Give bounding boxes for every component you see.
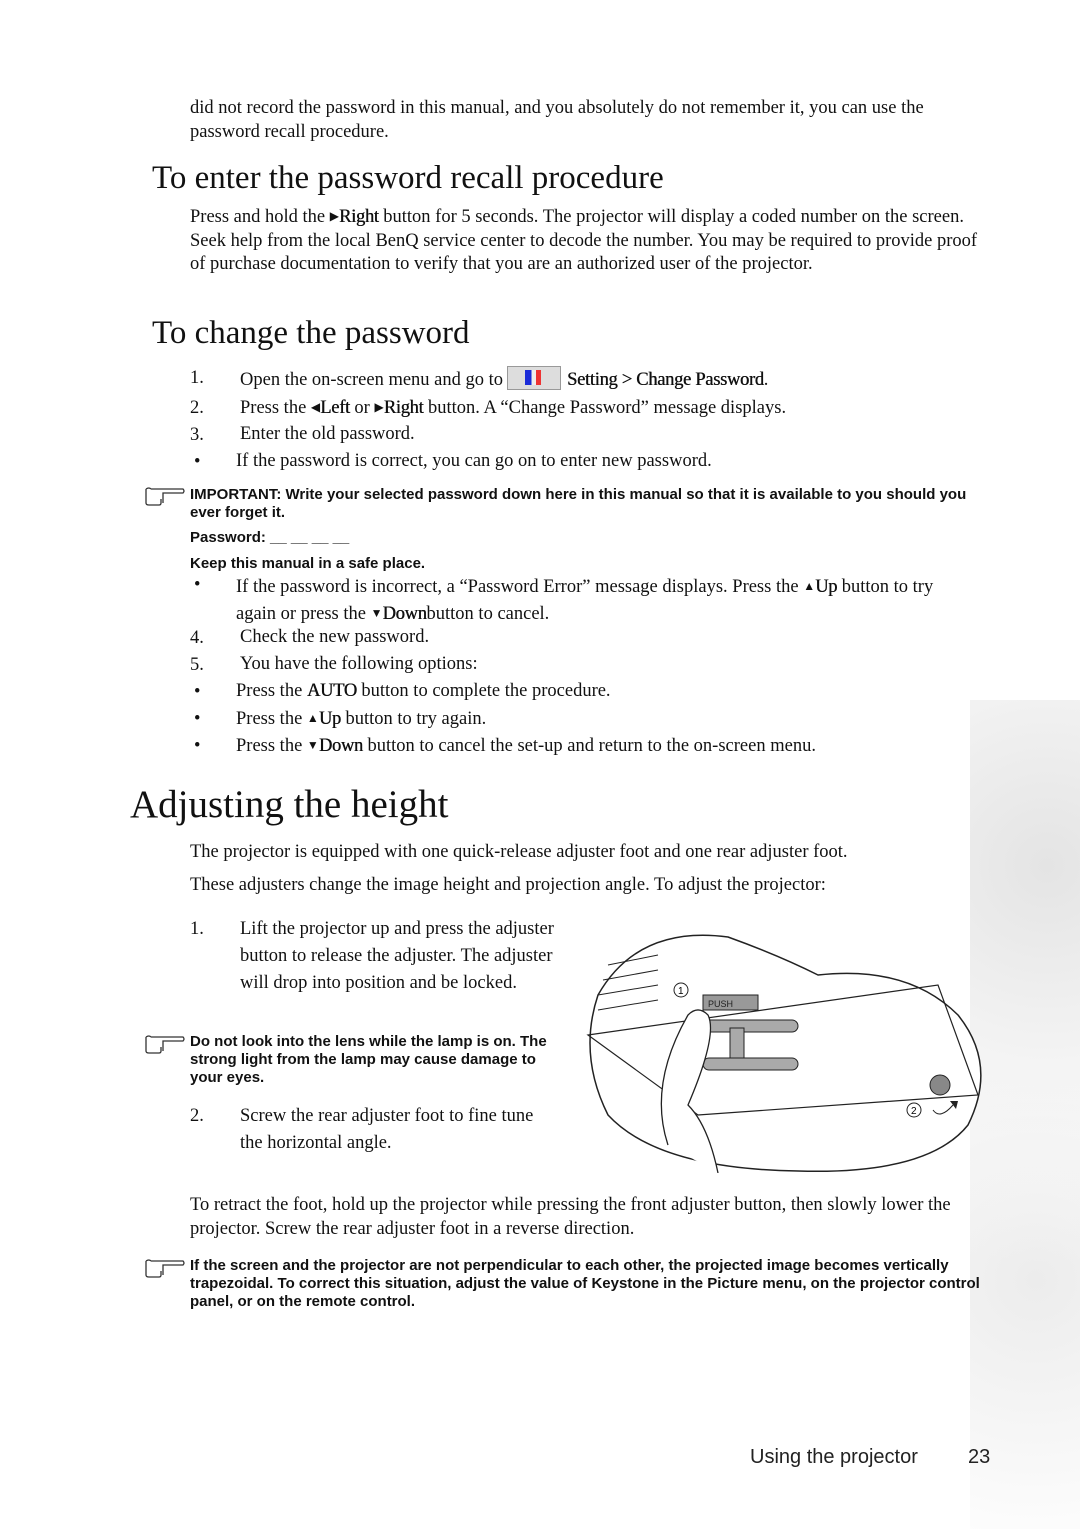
height-step-2: Screw the rear adjuster foot to fine tun… (240, 1106, 534, 1153)
step-5: You have the following options: (240, 654, 478, 674)
bullet: • (194, 682, 201, 702)
step-number: 5. (190, 655, 204, 675)
svg-text:1: 1 (678, 986, 684, 997)
adjuster-foot-illustration: PUSH 1 2 (586, 934, 982, 1173)
bullet: • (194, 575, 201, 595)
pointing-hand-icon (145, 487, 185, 506)
retract-paragraph: To retract the foot, hold up the project… (190, 1195, 951, 1239)
height-heading: Adjusting the height (130, 783, 449, 826)
bullet: • (194, 736, 201, 756)
option-auto: Press the AUTO button to complete the pr… (236, 681, 611, 701)
svg-text:PUSH: PUSH (708, 999, 733, 1009)
keystone-note: If the screen and the projector are not … (190, 1257, 980, 1310)
height-step-1: Lift the projector up and press the adju… (240, 919, 554, 993)
recall-paragraph: Press and hold the ▶Right button for 5 s… (190, 207, 978, 274)
bullet-correct: If the password is correct, you can go o… (236, 451, 712, 471)
background-decoration (970, 700, 1080, 1529)
triangle-down-icon: ▼ (370, 606, 383, 620)
pointing-hand-icon (145, 1259, 185, 1278)
pointing-hand-icon (145, 1035, 185, 1054)
keep-note: Keep this manual in a safe place. (190, 555, 426, 572)
change-heading: To change the password (152, 315, 470, 351)
step-number: 4. (190, 628, 204, 648)
height-p2: These adjusters change the image height … (190, 875, 826, 895)
triangle-left-icon: ◀ (310, 400, 321, 414)
bullet: • (194, 452, 201, 472)
triangle-down-icon: ▼ (306, 738, 319, 752)
recall-heading: To enter the password recall procedure (152, 160, 664, 196)
step-3: Enter the old password. (240, 424, 415, 444)
lens-warning-note: Do not look into the lens while the lamp… (190, 1033, 547, 1086)
step-number: 2. (190, 1106, 204, 1126)
height-p1: The projector is equipped with one quick… (190, 842, 848, 862)
triangle-right-icon: ▶ (329, 209, 339, 223)
step-1: Open the on-screen menu and go to Setting… (240, 366, 768, 393)
setting-menu-icon (507, 366, 562, 390)
option-up: Press the ▲Up button to try again. (236, 709, 487, 729)
bullet-incorrect: If the password is incorrect, a “Passwor… (236, 577, 934, 624)
step-number: 1. (190, 368, 204, 388)
footer-section: Using the projector (750, 1446, 918, 1468)
option-down: Press the ▼Down button to cancel the set… (236, 736, 816, 756)
page-number: 23 (968, 1446, 991, 1468)
important-note: IMPORTANT: Write your selected password … (190, 486, 967, 521)
triangle-up-icon: ▲ (803, 579, 816, 593)
step-2: Press the ◀Left or ▶Right button. A “Cha… (240, 398, 787, 418)
password-line: Password: __ __ __ __ (190, 529, 350, 546)
step-4: Check the new password. (240, 627, 430, 647)
step-number: 1. (190, 919, 204, 939)
bullet: • (194, 709, 201, 729)
svg-text:2: 2 (911, 1106, 917, 1117)
triangle-right-icon: ▶ (374, 400, 384, 414)
step-number: 3. (190, 425, 204, 445)
intro-paragraph: did not record the password in this manu… (190, 98, 924, 142)
triangle-up-icon: ▲ (306, 711, 319, 725)
step-number: 2. (190, 398, 204, 418)
